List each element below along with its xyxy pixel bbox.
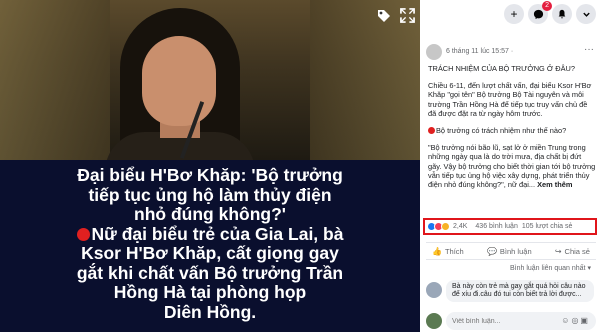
avatar[interactable] bbox=[426, 282, 442, 298]
post-timestamp[interactable]: 6 tháng 11 lúc 15:57 · bbox=[446, 48, 513, 55]
comment-tools-icon[interactable]: ☺◎▣ bbox=[561, 316, 590, 325]
post-title: TRÁCH NHIỆM CỦA BỘ TRƯỞNG Ở ĐÂU? bbox=[428, 64, 575, 73]
comment-sort-dropdown[interactable]: Bình luận liên quan nhất ▾ bbox=[510, 264, 591, 272]
post-body: TRÁCH NHIỆM CỦA BỘ TRƯỞNG Ở ĐÂU? Chiều 6… bbox=[428, 64, 596, 197]
share-count[interactable]: 105 lượt chia sẻ bbox=[522, 223, 573, 230]
share-button[interactable]: ↪ Chia sẻ bbox=[555, 247, 590, 256]
share-icon: ↪ bbox=[554, 246, 562, 256]
photo-caption: Đại biểu H'Bơ Khăp: 'Bộ trưởng tiếp tục … bbox=[0, 160, 420, 332]
avatar[interactable] bbox=[426, 44, 442, 60]
comment-button[interactable]: 💬 Bình luận bbox=[487, 247, 532, 256]
bell-icon bbox=[558, 9, 566, 19]
post-actions: 👍 Thích 💬 Bình luận ↪ Chia sẻ bbox=[426, 242, 596, 260]
messenger-icon bbox=[533, 9, 543, 19]
red-circle-icon bbox=[428, 127, 435, 135]
post-paragraph: Bộ trưởng có trách nhiệm như thế nào? bbox=[436, 126, 567, 136]
reactions-bar: 2,4K 436 bình luận 105 lượt chia sẻ bbox=[423, 218, 597, 235]
caption-line: nhỏ đúng không?' bbox=[134, 204, 286, 224]
caption-line: Đại biểu H'Bơ Khăp: 'Bộ trưởng bbox=[77, 165, 343, 185]
see-more-link[interactable]: Xem thêm bbox=[537, 180, 572, 189]
write-comment: ☺◎▣ bbox=[426, 312, 596, 330]
comment-text: Bà này còn trẻ mà gay gắt quá hỏi câu nà… bbox=[446, 280, 594, 302]
messenger-button[interactable]: 2 bbox=[528, 1, 552, 24]
caption-line: Hồng Hà tại phòng họp bbox=[113, 282, 307, 302]
notifications-button[interactable] bbox=[552, 4, 572, 24]
create-button[interactable]: + bbox=[504, 4, 524, 24]
top-bar: + 2 bbox=[420, 0, 600, 28]
like-icon: 👍 bbox=[432, 246, 442, 256]
post-paragraph: Chiều 6-11, đến lượt chất vấn, đại biểu … bbox=[428, 81, 592, 118]
comment-item: Bà này còn trẻ mà gay gắt quá hỏi câu nà… bbox=[426, 280, 596, 306]
more-options-icon[interactable]: ··· bbox=[584, 44, 594, 55]
notification-badge: 2 bbox=[542, 1, 552, 11]
caption-line: gắt khi chất vấn Bộ trưởng Trần bbox=[76, 262, 344, 283]
post-header: 6 tháng 11 lúc 15:57 · ··· bbox=[426, 44, 596, 60]
plus-icon: + bbox=[510, 7, 518, 21]
red-circle-icon bbox=[76, 227, 90, 241]
caption-line: Diên Hồng. bbox=[163, 301, 257, 322]
caption-line: tiếp tục ủng hộ làm thủy điện bbox=[88, 184, 332, 205]
comment-icon: 💬 bbox=[486, 246, 497, 256]
post-photo bbox=[0, 0, 420, 172]
account-menu-button[interactable] bbox=[576, 4, 596, 24]
like-button[interactable]: 👍 Thích bbox=[432, 247, 464, 256]
tag-icon[interactable] bbox=[376, 8, 392, 24]
caption-line: Ksor H'Bơ Khăp, cất giọng gay bbox=[81, 243, 339, 263]
haha-reaction-icon bbox=[441, 222, 450, 231]
chevron-down-icon bbox=[582, 12, 590, 17]
comment-label: Bình luận bbox=[499, 246, 532, 256]
post-side-panel: + 2 6 tháng 11 lúc 15:57 · ··· TRÁCH NHI… bbox=[420, 0, 600, 332]
share-label: Chia sẻ bbox=[564, 246, 590, 256]
reaction-count[interactable]: 2,4K bbox=[453, 223, 467, 230]
caption-line: Nữ đại biểu trẻ của Gia Lai, bà bbox=[91, 223, 344, 244]
like-label: Thích bbox=[444, 246, 464, 256]
avatar bbox=[426, 313, 442, 329]
photo-viewer: Đại biểu H'Bơ Khăp: 'Bộ trưởng tiếp tục … bbox=[0, 0, 420, 332]
comment-count[interactable]: 436 bình luận bbox=[475, 223, 517, 230]
fullscreen-icon[interactable] bbox=[400, 8, 415, 23]
